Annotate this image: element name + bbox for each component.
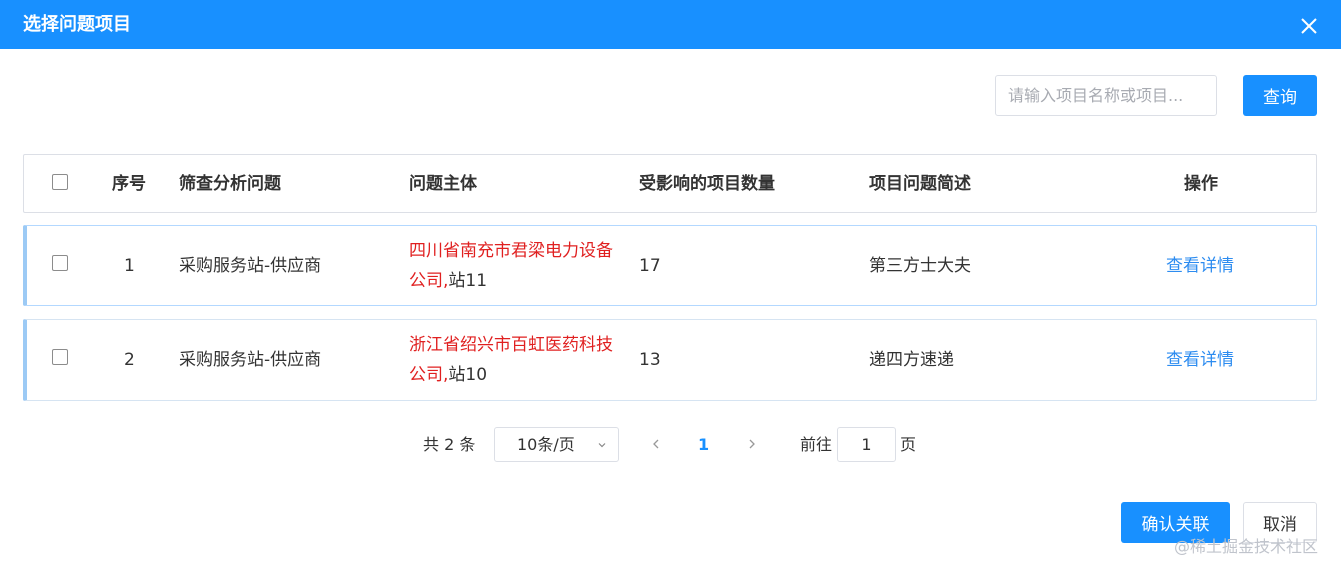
table-header: 序号 筛查分析问题 问题主体 受影响的项目数量 项目问题简述 操作 (23, 154, 1317, 213)
pagination-total: 共 2 条 (423, 435, 476, 454)
column-header-action: 操作 (1184, 174, 1218, 194)
watermark: @稀土掘金技术社区 (1174, 537, 1319, 556)
column-header-subject: 问题主体 (409, 174, 477, 194)
row-affected-count: 17 (639, 256, 661, 276)
goto-page-input[interactable] (837, 427, 896, 462)
row-index: 2 (124, 350, 135, 370)
chevron-right-icon[interactable] (744, 436, 760, 452)
pagination-page-suffix: 页 (900, 435, 917, 454)
search-input[interactable] (995, 75, 1217, 116)
column-header-affected-count: 受影响的项目数量 (639, 174, 775, 194)
dialog-header: 选择问题项目 (0, 0, 1341, 49)
column-header-issue: 筛查分析问题 (179, 174, 281, 194)
pagination-current-page[interactable]: 1 (698, 434, 709, 456)
row-checkbox[interactable] (52, 255, 68, 271)
table-row: 2 采购服务站-供应商 浙江省绍兴市百虹医药科技公司,站10 13 递四方速递 … (23, 319, 1317, 401)
row-affected-count: 13 (639, 350, 661, 370)
view-details-link[interactable]: 查看详情 (1166, 251, 1234, 281)
row-subject: 四川省南充市君梁电力设备公司,站11 (409, 236, 614, 296)
close-icon[interactable] (1300, 17, 1318, 35)
row-index: 1 (124, 256, 135, 276)
row-issue: 采购服务站-供应商 (179, 256, 322, 276)
subject-station: 站11 (448, 271, 488, 291)
row-summary: 第三方士大夫 (869, 256, 971, 276)
row-subject: 浙江省绍兴市百虹医药科技公司,站10 (409, 330, 614, 390)
subject-station: 站10 (448, 365, 488, 385)
view-details-link[interactable]: 查看详情 (1166, 345, 1234, 375)
select-all-checkbox[interactable] (52, 174, 68, 190)
subject-company: 浙江省绍兴市百虹医药科技公司, (409, 335, 613, 385)
chevron-left-icon[interactable] (648, 436, 664, 452)
table-row: 1 采购服务站-供应商 四川省南充市君梁电力设备公司,站11 17 第三方士大夫… (23, 225, 1317, 306)
row-summary: 递四方速递 (869, 350, 954, 370)
page-size-select[interactable]: 10条/页 (494, 427, 619, 462)
row-issue: 采购服务站-供应商 (179, 350, 322, 370)
chevron-down-icon (598, 443, 606, 448)
query-button[interactable]: 查询 (1243, 75, 1317, 116)
column-header-summary: 项目问题简述 (869, 174, 971, 194)
subject-company: 四川省南充市君梁电力设备公司, (409, 241, 613, 291)
pagination-goto-label: 前往 (800, 435, 833, 454)
row-checkbox[interactable] (52, 349, 68, 365)
page-size-value: 10条/页 (517, 435, 575, 454)
dialog-title: 选择问题项目 (23, 14, 131, 35)
column-header-index: 序号 (112, 174, 146, 194)
